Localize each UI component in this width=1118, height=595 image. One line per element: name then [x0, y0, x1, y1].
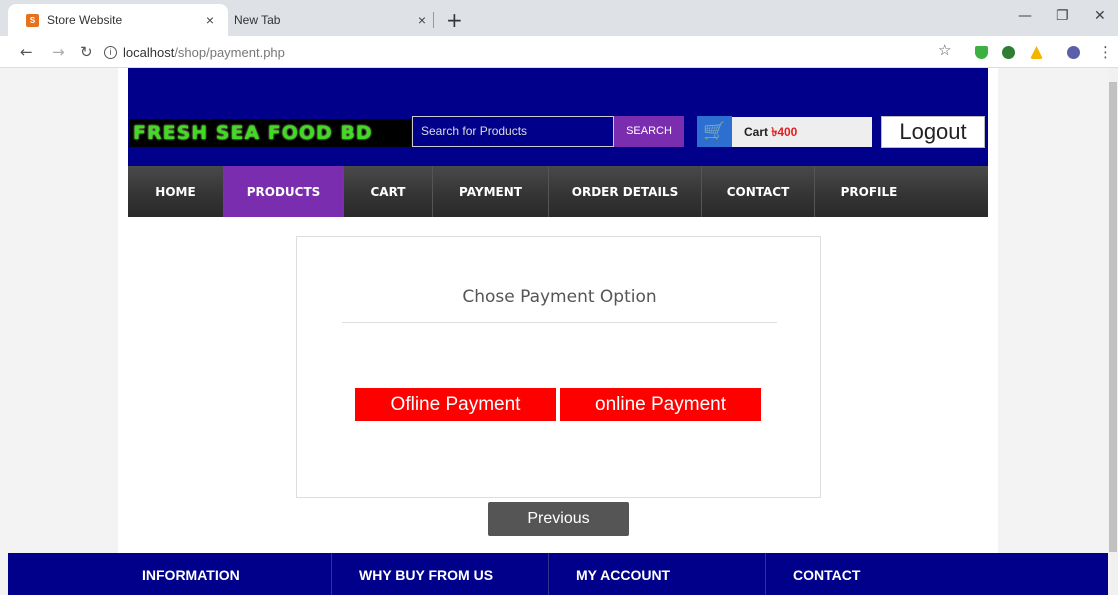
cart-amount: ৳400 [771, 125, 798, 139]
browser-tab-bar: S Store Website × New Tab × + — ❐ ✕ [0, 0, 1118, 36]
scrollbar-thumb[interactable] [1109, 82, 1117, 552]
footer-heading: WHY BUY FROM US [359, 567, 494, 583]
tab-title: Store Website [47, 13, 123, 27]
page-scrollbar[interactable] [1108, 68, 1118, 595]
url-host: localhost [123, 44, 175, 60]
minimize-icon[interactable]: — [1018, 8, 1032, 24]
restore-icon[interactable]: ❐ [1056, 8, 1069, 24]
url-path: /shop/payment.php [174, 44, 285, 60]
footer-heading: CONTACT [793, 567, 861, 583]
tab-title: New Tab [234, 13, 281, 27]
cart-label: Cart [744, 125, 769, 139]
previous-button[interactable]: Previous [488, 502, 629, 536]
payment-option-panel: Chose Payment Option Ofline Payment onli… [296, 236, 821, 498]
extension-icon[interactable] [1002, 46, 1015, 59]
nav-contact[interactable]: CONTACT [702, 166, 815, 217]
site-footer: INFORMATION WHY BUY FROM US MY ACCOUNT C… [8, 553, 1108, 595]
search-button[interactable]: SEARCH [614, 116, 684, 147]
menu-kebab-icon[interactable]: ⋮ [1098, 43, 1113, 61]
cart-summary[interactable]: Cart ৳400 [732, 117, 872, 147]
footer-col-my-account: MY ACCOUNT [549, 553, 766, 595]
profile-avatar-icon[interactable] [1067, 46, 1080, 59]
nav-order-details[interactable]: ORDER DETAILS [549, 166, 702, 217]
site-logo[interactable]: FRESH SEA FOOD BD [129, 119, 411, 147]
shield-extension-icon[interactable] [975, 46, 988, 59]
main-nav: HOME PRODUCTS CART PAYMENT ORDER DETAILS… [128, 166, 988, 217]
footer-col-information: INFORMATION [8, 553, 332, 595]
store-favicon-icon: S [26, 13, 39, 27]
close-tab-icon[interactable]: × [418, 12, 426, 28]
page-container: FRESH SEA FOOD BD Search for Products SE… [118, 68, 998, 553]
footer-heading: INFORMATION [142, 567, 240, 583]
drive-icon[interactable] [1030, 46, 1043, 59]
nav-payment[interactable]: PAYMENT [433, 166, 549, 217]
site-header: FRESH SEA FOOD BD Search for Products SE… [128, 68, 988, 166]
tab-new-tab[interactable]: New Tab × [226, 4, 440, 36]
nav-cart[interactable]: CART [344, 166, 433, 217]
footer-heading: MY ACCOUNT [576, 567, 671, 583]
window-close-icon[interactable]: ✕ [1094, 8, 1106, 24]
footer-col-contact: CONTACT [766, 553, 1108, 595]
title-divider [342, 322, 777, 323]
tab-separator [433, 12, 434, 28]
web-page: FRESH SEA FOOD BD Search for Products SE… [0, 68, 1108, 595]
nav-home[interactable]: HOME [128, 166, 224, 217]
online-payment-button[interactable]: online Payment [560, 388, 761, 421]
payment-title: Chose Payment Option [462, 287, 657, 307]
logout-button[interactable]: Logout [881, 116, 985, 148]
tab-store-website[interactable]: S Store Website × [8, 4, 228, 36]
search-input[interactable]: Search for Products [412, 116, 614, 147]
new-tab-icon[interactable]: + [446, 8, 463, 32]
forward-icon[interactable]: → [52, 43, 65, 61]
cart-icon[interactable]: 🛒 [697, 116, 732, 147]
bookmark-star-icon[interactable]: ☆ [938, 41, 951, 59]
browser-toolbar: ← → ↻ i localhost/shop/payment.php ☆ ⋮ [0, 36, 1118, 68]
nav-profile[interactable]: PROFILE [815, 166, 923, 217]
offline-payment-button[interactable]: Ofline Payment [355, 388, 556, 421]
address-bar[interactable]: i localhost/shop/payment.php [104, 39, 968, 65]
site-info-icon[interactable]: i [104, 45, 117, 59]
close-tab-icon[interactable]: × [206, 12, 214, 28]
reload-icon[interactable]: ↻ [80, 43, 93, 61]
back-icon[interactable]: ← [20, 43, 33, 61]
nav-products[interactable]: PRODUCTS [224, 166, 344, 217]
footer-col-why-buy: WHY BUY FROM US [332, 553, 549, 595]
